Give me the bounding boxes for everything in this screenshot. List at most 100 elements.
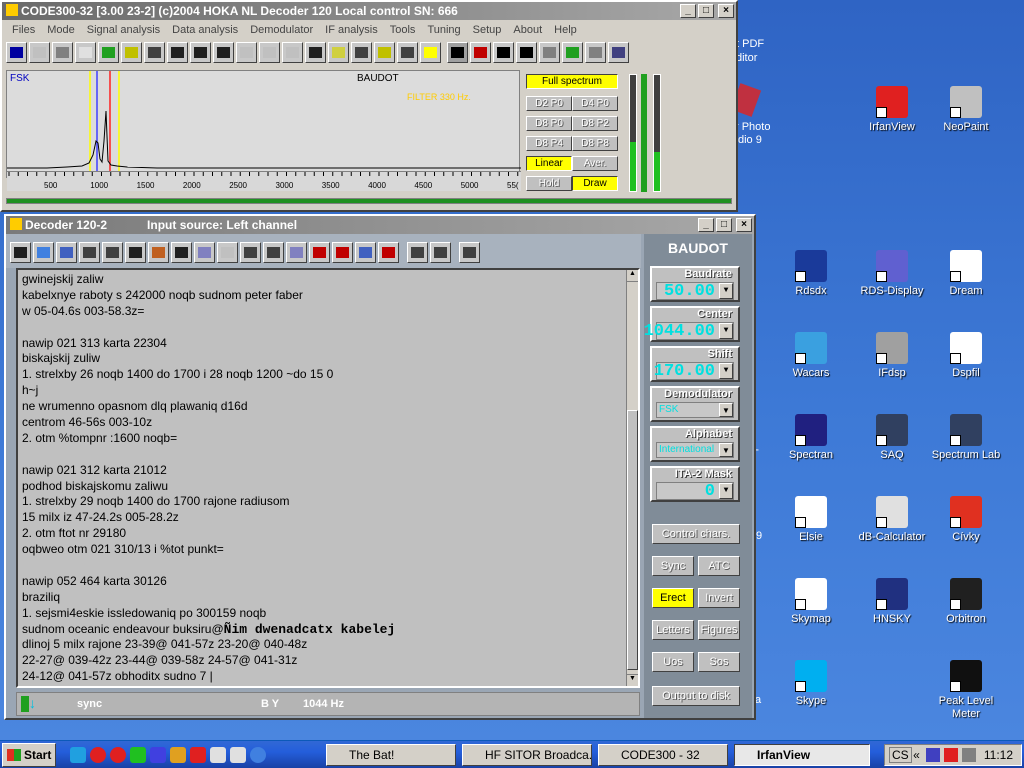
toolbar-button[interactable] [447, 41, 468, 63]
browser-icon[interactable] [90, 746, 106, 763]
toolbar-button[interactable] [282, 41, 303, 63]
menu-demodulator[interactable]: Demodulator [244, 24, 319, 36]
quick-launch-icon[interactable] [130, 746, 146, 763]
show-desktop-icon[interactable] [70, 746, 86, 763]
start-button[interactable]: Start [2, 742, 56, 767]
menu-mode[interactable]: Mode [41, 24, 81, 36]
maximize-button[interactable]: □ [698, 4, 714, 18]
sos-button[interactable]: Sos [698, 652, 740, 672]
toolbar-button[interactable] [213, 41, 234, 63]
desktop-shortcut[interactable]: IFdsp [852, 332, 932, 380]
toolbar-button[interactable] [351, 41, 372, 63]
demodulator-select[interactable]: FSK ▼ [656, 402, 734, 418]
quick-launch-icon[interactable] [190, 746, 206, 763]
decoder-toolbar-button[interactable] [102, 241, 123, 263]
volume-icon[interactable] [961, 748, 976, 762]
tray-expand-icon[interactable]: « [913, 748, 920, 762]
center-field[interactable]: 1044.00 ▼ [644, 322, 734, 341]
spectrum-mode-button[interactable]: D8 P4 [526, 136, 572, 151]
tray-icon[interactable] [943, 748, 958, 762]
tools-icon[interactable] [230, 746, 246, 763]
desktop-shortcut[interactable]: Spectran [771, 414, 851, 462]
menu-tools[interactable]: Tools [384, 24, 422, 36]
menu-about[interactable]: About [507, 24, 548, 36]
desktop-shortcut[interactable]: Orbitron [926, 578, 1006, 626]
spectrum-mode-button[interactable]: Full spectrum [526, 74, 618, 89]
chevron-down-icon[interactable]: ▼ [719, 483, 733, 499]
atc-button[interactable]: ATC [698, 556, 740, 576]
menu-help[interactable]: Help [548, 24, 583, 36]
toolbar-button[interactable] [493, 41, 514, 63]
main-window-title-bar[interactable]: CODE300-32 [3.00 23-2] (c)2004 HOKA NL D… [2, 2, 736, 20]
toolbar-button[interactable] [190, 41, 211, 63]
text-scrollbar[interactable]: ▲ ▼ [626, 270, 638, 686]
menu-signal-analysis[interactable]: Signal analysis [81, 24, 166, 36]
control-chars-button[interactable]: Control chars. [652, 524, 740, 544]
code300-main-window[interactable]: CODE300-32 [3.00 23-2] (c)2004 HOKA NL D… [0, 0, 738, 212]
decoder-toolbar-button[interactable] [217, 241, 238, 263]
toolbar-button[interactable] [29, 41, 50, 63]
spectrum-mode-button[interactable]: D8 P2 [572, 116, 618, 131]
desktop-shortcut[interactable]: dB-Calculator [852, 496, 932, 544]
spectrum-mode-button[interactable]: D2 P0 [526, 96, 572, 111]
toolbar-button[interactable] [539, 41, 560, 63]
clock[interactable]: 11:12 [984, 748, 1013, 762]
toolbar-button[interactable] [374, 41, 395, 63]
menu-tuning[interactable]: Tuning [421, 24, 466, 36]
toolbar-button[interactable] [585, 41, 606, 63]
task-the-bat[interactable]: The Bat! [326, 744, 456, 766]
task-code300[interactable]: CODE300 - 32 [598, 744, 728, 766]
toolbar-button[interactable] [167, 41, 188, 63]
opera-icon[interactable] [110, 746, 126, 763]
menu-files[interactable]: Files [6, 24, 41, 36]
menu-data-analysis[interactable]: Data analysis [166, 24, 244, 36]
decoder-toolbar-button[interactable] [10, 241, 31, 263]
toolbar-button[interactable] [328, 41, 349, 63]
quick-launch-icon[interactable] [170, 746, 186, 763]
decoder-toolbar-button[interactable] [332, 241, 353, 263]
decoder-minimize-button[interactable]: _ [698, 218, 714, 232]
decoder-toolbar-button[interactable] [125, 241, 146, 263]
desktop-shortcut[interactable]: Dspfil [926, 332, 1006, 380]
desktop-shortcut[interactable]: Peak Level Meter [926, 660, 1006, 721]
toolbar-button[interactable] [121, 41, 142, 63]
spectrum-mode-button[interactable]: Draw [572, 176, 618, 191]
decoder-toolbar-button[interactable] [407, 241, 428, 263]
toolbar-button[interactable] [608, 41, 629, 63]
menu-if-analysis[interactable]: IF analysis [319, 24, 384, 36]
desktop-shortcut[interactable]: RDS-Display [852, 250, 932, 298]
toolbar-button[interactable] [98, 41, 119, 63]
decoder-toolbar-button[interactable] [263, 241, 284, 263]
decoder-window[interactable]: Decoder 120-2 Input source: Left channel … [4, 214, 756, 720]
desktop-shortcut[interactable]: Dream [926, 250, 1006, 298]
toolbar-button[interactable] [305, 41, 326, 63]
sync-button[interactable]: Sync [652, 556, 694, 576]
shift-field[interactable]: 170.00 ▼ [654, 362, 734, 381]
decoder-toolbar-button[interactable] [459, 241, 480, 263]
toolbar-button[interactable] [144, 41, 165, 63]
close-button[interactable]: × [718, 4, 734, 18]
desktop-shortcut[interactable]: SAQ [852, 414, 932, 462]
desktop-shortcut[interactable]: Cívky [926, 496, 1006, 544]
desktop-shortcut[interactable]: NeoPaint [926, 86, 1006, 134]
spectrum-mode-button[interactable]: D4 P0 [572, 96, 618, 111]
decoder-title-bar[interactable]: Decoder 120-2 Input source: Left channel … [6, 216, 754, 234]
decoder-toolbar-button[interactable] [355, 241, 376, 263]
toolbar-button[interactable] [397, 41, 418, 63]
desktop-shortcut[interactable]: Skymap [771, 578, 851, 626]
erect-button[interactable]: Erect [652, 588, 694, 608]
decoder-maximize-button[interactable]: □ [716, 218, 732, 232]
spectrum-mode-button[interactable]: Aver. [572, 156, 618, 171]
desktop-shortcut[interactable]: IrfanView [852, 86, 932, 134]
tray-icon[interactable] [925, 748, 940, 762]
task-irfanview[interactable]: IrfanView [734, 744, 870, 766]
toolbar-button[interactable] [259, 41, 280, 63]
chevron-down-icon[interactable]: ▼ [719, 363, 733, 379]
decoder-toolbar-button[interactable] [378, 241, 399, 263]
decoded-text-area[interactable]: gwinejskij zaliw kabelxnye raboty s 24200… [16, 268, 640, 688]
invert-button[interactable]: Invert [698, 588, 740, 608]
quick-launch-icon[interactable] [210, 746, 226, 763]
toolbar-button[interactable] [6, 41, 27, 63]
language-indicator[interactable]: CS [889, 747, 912, 763]
desktop-shortcut[interactable]: Skype [771, 660, 851, 708]
